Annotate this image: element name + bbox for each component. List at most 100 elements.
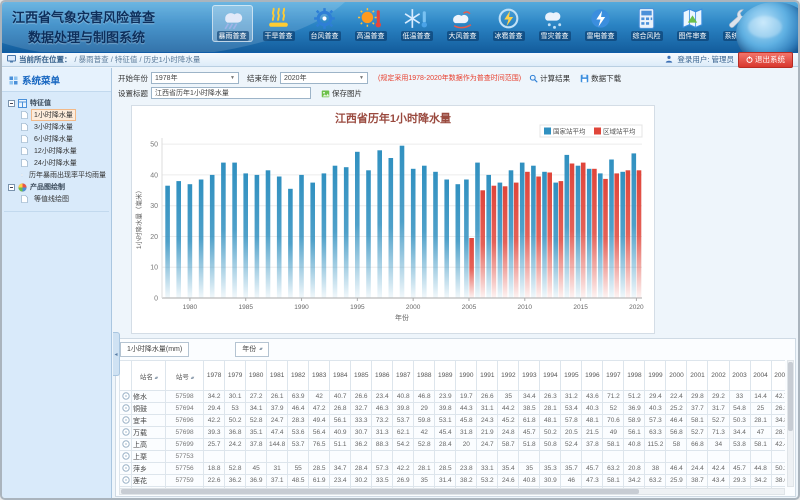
risk-calc-icon [633, 7, 660, 30]
header-year-1993[interactable]: 1993 [519, 361, 540, 391]
header-year-1988[interactable]: 1988 [414, 361, 435, 391]
nav-item-lightning[interactable]: 雷电普查 [580, 5, 621, 42]
sort-arrows-icon: ▴▾ [259, 346, 262, 352]
save-disk-icon [580, 74, 589, 83]
header-year-1987[interactable]: 1987 [393, 361, 414, 391]
nav-item-typhoon[interactable]: 台风普查 [304, 5, 345, 42]
table-row-修水[interactable]: 修水5759834.230.127.226.163.94240.726.623.… [120, 391, 786, 403]
low-temp-icon [403, 7, 430, 30]
header-year-1980[interactable]: 1980 [246, 361, 267, 391]
start-year-select[interactable]: 1978年▼ [151, 72, 239, 84]
collapse-toggle-icon[interactable] [8, 100, 15, 107]
logout-button[interactable]: 退出系统 [738, 52, 793, 68]
header-station-name[interactable]: 站名 ▴▾ [132, 361, 166, 391]
header-year-1986[interactable]: 1986 [372, 361, 393, 391]
sidebar-item-1-0[interactable]: 等值线绘图 [4, 193, 109, 205]
sidebar-collapse-handle[interactable]: ◂ [113, 332, 120, 376]
palette-icon [18, 183, 27, 192]
table-row-铜鼓[interactable]: 铜鼓5769429.45334.137.946.447.226.832.746.… [120, 403, 786, 415]
row-select[interactable] [120, 475, 132, 487]
header-year-1982[interactable]: 1982 [288, 361, 309, 391]
row-select[interactable] [120, 415, 132, 427]
data-download-button[interactable]: 数据下载 [580, 73, 621, 84]
chart-title-input[interactable] [151, 87, 311, 99]
nav-item-high-temp[interactable]: 高温普查 [350, 5, 391, 42]
table-row-上高[interactable]: 上高5769925.724.237.8144.853.776.551.136.2… [120, 439, 786, 451]
map-review-icon [679, 7, 706, 30]
header-year-1984[interactable]: 1984 [330, 361, 351, 391]
header-year-1979[interactable]: 1979 [225, 361, 246, 391]
sidebar-item-0-5[interactable]: 历年暴雨出现率平均雨量 [4, 169, 109, 181]
header-year-1985[interactable]: 1985 [351, 361, 372, 391]
table-row-萍乡[interactable]: 萍乡5775618.852.845315528.534.728.457.342.… [120, 463, 786, 475]
table-row-宜丰[interactable]: 宜丰5769642.250.252.824.728.349.456.133.37… [120, 415, 786, 427]
row-select[interactable] [120, 403, 132, 415]
nav-item-low-temp[interactable]: 低温普查 [396, 5, 437, 42]
header-year-2000[interactable]: 2000 [666, 361, 687, 391]
nav-item-snow[interactable]: 雪灾普查 [534, 5, 575, 42]
document-icon [21, 147, 28, 155]
row-select[interactable] [120, 427, 132, 439]
range-note: (规定采用1978-2020年数据作为普查时间范围) [378, 73, 521, 83]
header-year-1990[interactable]: 1990 [456, 361, 477, 391]
header-year-1997[interactable]: 1997 [603, 361, 624, 391]
header-year-1978[interactable]: 1978 [204, 361, 225, 391]
header-year-1999[interactable]: 1999 [645, 361, 666, 391]
header-station-id[interactable]: 站号 ▴▾ [166, 361, 204, 391]
row-select[interactable] [120, 391, 132, 403]
header-year-1994[interactable]: 1994 [540, 361, 561, 391]
table-row-上栗[interactable]: 上栗57753 [120, 451, 786, 463]
header-year-1992[interactable]: 1992 [498, 361, 519, 391]
header-year-1998[interactable]: 1998 [624, 361, 645, 391]
table-row-万载[interactable]: 万载5769839.336.835.147.453.656.440.930.73… [120, 427, 786, 439]
end-year-select[interactable]: 2020年▼ [280, 72, 368, 84]
nav-item-label: 冰雹普查 [493, 31, 525, 41]
sidebar-item-0-1[interactable]: 3小时降水量 [4, 121, 109, 133]
nav-item-label: 低温普查 [401, 31, 433, 41]
sidebar-group-1[interactable]: 产品图绘制 [4, 181, 109, 193]
nav-item-rainstorm[interactable]: 暴雨普查 [212, 5, 253, 42]
sidebar-item-0-3[interactable]: 12小时降水量 [4, 145, 109, 157]
table-row-莲花[interactable]: 莲花5775922.636.236.937.148.561.923.430.23… [120, 475, 786, 487]
header-year-1989[interactable]: 1989 [435, 361, 456, 391]
nav-item-map-review[interactable]: 图件审查 [672, 5, 713, 42]
save-image-button[interactable]: 保存图片 [321, 88, 362, 99]
header-year-1981[interactable]: 1981 [267, 361, 288, 391]
row-select[interactable] [120, 439, 132, 451]
header-year-2004[interactable]: 2004 [750, 361, 771, 391]
nav-item-risk-calc[interactable]: 综合风险 [626, 5, 667, 42]
toolbar-row2: 设置标题 保存图片 [113, 85, 798, 101]
document-icon [21, 171, 23, 179]
header-year-1991[interactable]: 1991 [477, 361, 498, 391]
nav-item-gale[interactable]: 大风普查 [442, 5, 483, 42]
year-filter-dropdown[interactable]: 年份▴▾ [235, 342, 269, 357]
header-year-2001[interactable]: 2001 [687, 361, 708, 391]
breadcrumb[interactable]: / 暴雨普查 / 特征值 / 历史1小时降水量 [75, 54, 201, 65]
table-panel: 1小时降水量(mm) 年份▴▾ 站名 ▴▾站号 ▴▾19781979198019… [115, 338, 796, 497]
row-select[interactable] [120, 463, 132, 475]
calc-result-button[interactable]: 计算结果 [529, 73, 570, 84]
breadcrumb-bar: 当前所在位置： / 暴雨普查 / 特征值 / 历史1小时降水量 登录用户: 管理… [2, 52, 798, 67]
nav-item-hail[interactable]: 冰雹普查 [488, 5, 529, 42]
v-scroll-thumb[interactable] [788, 362, 793, 431]
header-year-1996[interactable]: 1996 [582, 361, 603, 391]
snow-icon [541, 7, 568, 30]
nav-item-drought[interactable]: 干旱普查 [258, 5, 299, 42]
header-year-1995[interactable]: 1995 [561, 361, 582, 391]
collapse-toggle-icon[interactable] [8, 184, 15, 191]
high-temp-icon [357, 7, 384, 30]
header-year-2003[interactable]: 2003 [729, 361, 750, 391]
row-select[interactable] [120, 451, 132, 463]
h-scroll-thumb[interactable] [121, 489, 639, 494]
title-bar: 江西省气象灾害风险普查 数据处理与制图系统 暴雨普查干旱普查台风普查高温普查低温… [2, 2, 798, 52]
sidebar-group-0[interactable]: 特征值 [4, 97, 109, 109]
nav-item-label: 大风普查 [447, 31, 479, 41]
header-year-2002[interactable]: 2002 [708, 361, 729, 391]
horizontal-scrollbar[interactable] [119, 488, 785, 495]
sidebar-item-0-4[interactable]: 24小时降水量 [4, 157, 109, 169]
vertical-scrollbar[interactable] [787, 360, 794, 487]
header-year-2005[interactable]: 2005 [771, 361, 785, 391]
sidebar-item-0-2[interactable]: 6小时降水量 [4, 133, 109, 145]
sidebar-item-0-0[interactable]: 1小时降水量 [4, 109, 109, 121]
header-year-1983[interactable]: 1983 [309, 361, 330, 391]
